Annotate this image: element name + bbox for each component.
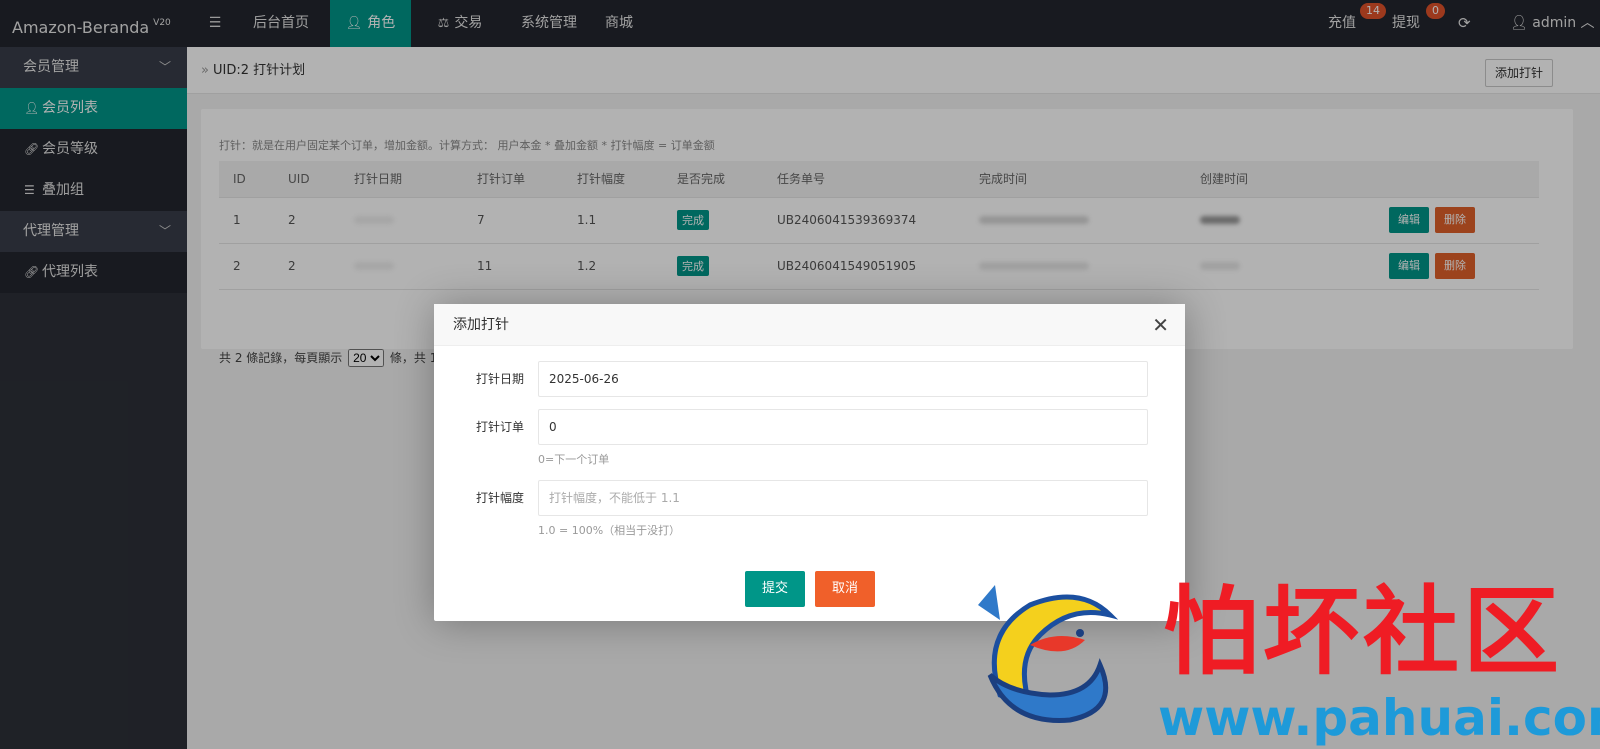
order-label: 打针订单 xyxy=(475,420,524,434)
submit-button[interactable]: 提交 xyxy=(745,571,805,607)
watermark-brand: 怕坏社区 xyxy=(1163,576,1563,688)
order-field[interactable] xyxy=(538,409,1148,445)
add-injection-dialog: 添加打针 ✕ 打针日期 打针订单 0=下一个订单 打针幅度 1.0 = 100%… xyxy=(434,304,1185,621)
cancel-button[interactable]: 取消 xyxy=(815,571,875,607)
date-label: 打针日期 xyxy=(475,372,524,386)
close-icon[interactable]: ✕ xyxy=(1152,304,1169,346)
scale-field[interactable] xyxy=(538,480,1148,516)
watermark-logo xyxy=(978,585,1119,723)
scale-help: 1.0 = 100%（相当于没打） xyxy=(538,524,681,537)
scale-label: 打针幅度 xyxy=(475,491,524,505)
date-field[interactable] xyxy=(538,361,1148,397)
watermark-url: www.pahuai.com xyxy=(1158,689,1600,747)
order-help: 0=下一个订单 xyxy=(538,453,610,466)
dialog-title: 添加打针 xyxy=(453,317,509,333)
dialog-header: 添加打针 ✕ xyxy=(434,304,1185,346)
